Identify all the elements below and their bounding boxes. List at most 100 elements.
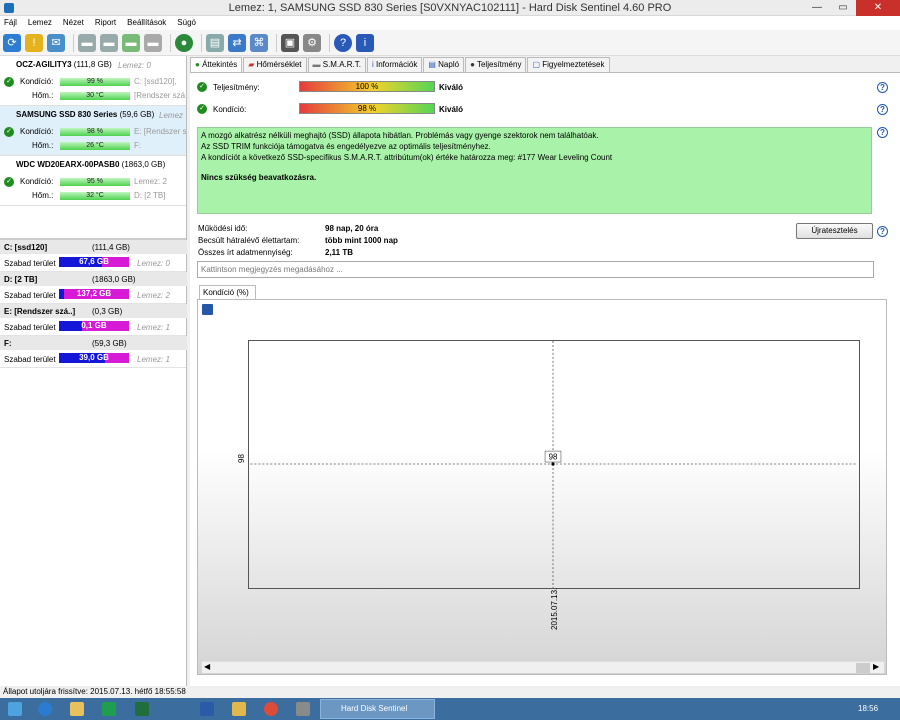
partition-name: D: [2 TB] [4,275,38,284]
menu-report[interactable]: Riport [95,16,116,30]
menu-disk[interactable]: Lemez [28,16,52,30]
app-icon[interactable] [296,702,310,716]
disk-partitions: E: [Rendszer s [134,127,186,136]
disk-size: (1863,0 GB) [121,160,166,169]
sync-icon[interactable]: ⇄ [228,33,246,52]
tab-information[interactable]: i Információk [366,57,423,72]
mail-icon[interactable]: ✉ [47,33,65,52]
written-data-value: 2,11 TB [325,248,354,257]
free-space-value: 0,1 GB [81,321,107,330]
partition-item-1[interactable]: D: [2 TB] (1863,0 GB) Szabad terület 137,… [0,272,187,304]
disk-partitions-2: [Rendszer szá [134,91,186,100]
disk-ok-icon[interactable]: ▬ [122,33,140,52]
partition-item-3[interactable]: F: (59,3 GB) Szabad terület 39,0 GB Lemez… [0,336,187,368]
gear-icon[interactable]: ⚙ [303,33,321,52]
disk-tool-icon[interactable]: ▬ [78,33,96,52]
remaining-life-row: Becsült hátralévő élettartam: több mint 1… [198,236,398,245]
scroll-left-icon[interactable]: ◀ [204,662,210,671]
disk-lemez: Lemez: 0 [118,61,151,70]
menu-settings[interactable]: Beállítások [127,16,166,30]
close-button[interactable]: ✕ [856,0,900,16]
taskbar-app-hds[interactable]: Hard Disk Sentinel [320,699,435,719]
help-icon[interactable]: ? [877,104,888,115]
condition-chart: 98 [248,340,860,589]
help-icon[interactable]: ? [334,33,352,52]
maximize-button[interactable]: ▭ [830,0,856,16]
retest-button[interactable]: Újratesztelés [796,223,873,239]
tab-alerts[interactable]: ▢ Figyelmeztetések [527,57,610,72]
minimize-button[interactable]: — [804,0,830,16]
help-icon[interactable]: ? [877,82,888,93]
temp-label: Hőm.: [32,91,54,100]
check-icon: ✓ [4,177,14,187]
menu-file[interactable]: Fájl [4,16,17,30]
window-title: Lemez: 1, SAMSUNG SSD 830 Series [S0VXNY… [228,2,672,14]
disk-partitions-2: F: [134,141,142,150]
condition-bar: 98 % [60,128,130,136]
condition-label: Kondíció: [20,177,54,186]
partition-lemez: Lemez: 1 [137,323,170,332]
partition-item-2[interactable]: E: [Rendszer szá..] (0,3 GB) Szabad terül… [0,304,187,336]
info-icon[interactable]: i [356,33,374,52]
alert-icon[interactable]: ! [25,33,43,52]
start-icon[interactable] [8,702,22,716]
tab-log[interactable]: ▤ Napló [423,57,465,72]
scroll-right-icon[interactable]: ▶ [873,662,879,671]
globe-icon[interactable]: ● [175,33,193,52]
help-icon[interactable]: ? [877,226,888,237]
status-message-box: A mozgó alkatrész nélküli meghajtó (SSD)… [197,127,872,214]
menu-help[interactable]: Súgó [177,16,196,30]
disk-settings-icon[interactable]: ▬ [144,33,162,52]
note-input[interactable]: Kattintson megjegyzés megadásához ... [197,261,874,278]
partition-lemez: Lemez: 1 [137,355,170,364]
check-icon: ✓ [4,127,14,137]
status-line-3: A kondíciót a következő SSD-specifikus S… [201,153,613,162]
partition-size: (1863,0 GB) [92,275,136,284]
partition-name: E: [Rendszer szá..] [4,307,76,316]
partition-item-0[interactable]: C: [ssd120] (111,4 GB) Szabad terület 67,… [0,240,187,272]
menu-view[interactable]: Nézet [63,16,84,30]
partition-name: F: [4,339,12,348]
tab-temperature[interactable]: ▰ Hőmérséklet [243,57,307,72]
tab-smart[interactable]: ▬ S.M.A.R.T. [307,57,366,72]
word-icon[interactable] [200,702,214,716]
store-icon[interactable] [102,702,116,716]
refresh-icon[interactable]: ⟳ [3,33,21,52]
disk-item-1[interactable]: SAMSUNG SSD 830 Series (59,6 GB) Lemez ✓… [0,106,186,156]
chrome-icon[interactable] [264,702,278,716]
performance-bar: 100 % [299,81,435,92]
condition-rating: Kiváló [439,105,464,114]
disk-item-0[interactable]: OCZ-AGILITY3 (111,8 GB) Lemez: 0 ✓ Kondí… [0,56,186,106]
network-icon[interactable]: ⌘ [250,33,268,52]
disk-size: (111,8 GB) [73,60,112,69]
disk-partitions: D: [2 TB] [134,191,166,200]
folder-icon[interactable] [70,702,84,716]
scroll-thumb[interactable] [856,663,870,673]
menu-bar: Fájl Lemez Nézet Riport Beállítások Súgó [0,16,900,30]
disk-item-2[interactable]: WDC WD20EARX-00PASB0 (1863,0 GB) ✓ Kondí… [0,156,186,206]
partition-size: (111,4 GB) [92,243,130,252]
log-icon: ▤ [428,60,436,69]
tab-overview[interactable]: ● Áttekintés [190,57,243,72]
horizontal-scrollbar[interactable]: ◀ ▶ [202,661,884,673]
check-icon: ✓ [197,82,207,92]
written-data-row: Összes írt adatmennyiség: 2,11 TB [198,248,354,257]
condition-label: Kondíció: [20,127,54,136]
disk-lemez: Lemez [159,111,184,120]
excel-icon[interactable] [135,702,149,716]
save-icon[interactable] [202,304,213,315]
ie-icon[interactable] [38,702,52,716]
help-icon[interactable]: ? [877,127,888,138]
disk-test-icon[interactable]: ▬ [100,33,118,52]
check-icon: ✓ [197,104,207,114]
report-icon[interactable]: ▤ [206,33,224,52]
condition-bar: 95 % [60,178,130,186]
document-icon: ▢ [532,60,541,69]
explorer-icon[interactable] [232,702,246,716]
monitor-icon[interactable]: ▣ [281,33,299,52]
tab-performance[interactable]: ● Teljesítmény [465,57,527,72]
tab-condition-graph[interactable]: Kondíció (%) [199,285,256,300]
disk-list-panel: OCZ-AGILITY3 (111,8 GB) Lemez: 0 ✓ Kondí… [0,56,187,686]
temp-label: Hőm.: [32,141,54,150]
free-space-label: Szabad terület [4,323,56,332]
